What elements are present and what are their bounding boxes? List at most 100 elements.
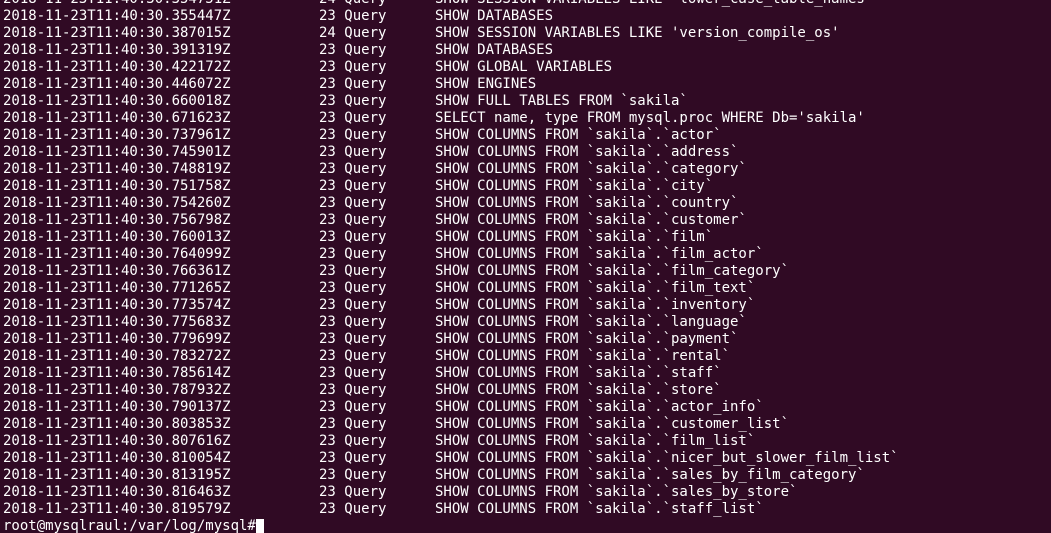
log-line: 2018-11-23T11:40:30.391319Z 23 Query SHOW … [3, 42, 899, 59]
log-timestamp: 2018-11-23T11:40:30.745901Z [3, 144, 231, 160]
log-line: 2018-11-23T11:40:30.737961Z 23 Query SHOW … [3, 127, 899, 144]
log-line: 2018-11-23T11:40:30.764099Z 23 Query SHOW … [3, 246, 899, 263]
log-timestamp: 2018-11-23T11:40:30.819579Z [3, 501, 231, 517]
log-timestamp: 2018-11-23T11:40:30.766361Z [3, 263, 231, 279]
log-thread-command: 23 Query [319, 263, 387, 279]
log-timestamp: 2018-11-23T11:40:30.779699Z [3, 331, 231, 347]
log-thread-command: 23 Query [319, 416, 387, 432]
log-query-text: SHOW COLUMNS FROM `sakila`.`payment` [435, 331, 739, 347]
log-thread-command: 23 Query [319, 433, 387, 449]
log-timestamp: 2018-11-23T11:40:30.391319Z [3, 42, 231, 58]
log-thread-command: 24 Query [319, 0, 435, 8]
log-query-text: SHOW COLUMNS FROM `sakila`.`nicer_but_sl… [435, 450, 899, 466]
log-query-text: SHOW COLUMNS FROM `sakila`.`customer` [435, 212, 747, 228]
log-timestamp: 2018-11-23T11:40:30.785614Z [3, 365, 231, 381]
log-thread-command: 23 Query [319, 93, 387, 109]
log-line: 2018-11-23T11:40:30.671623Z 23 Query SELEC… [3, 110, 899, 127]
log-thread-command: 23 Query [319, 365, 387, 381]
log-timestamp: 2018-11-23T11:40:30.773574Z [3, 297, 231, 313]
log-query-text: SHOW COLUMNS FROM `sakila`.`language` [435, 314, 747, 330]
log-thread-command: 23 Query [319, 127, 387, 143]
log-query-text: SHOW COLUMNS FROM `sakila`.`rental` [435, 348, 731, 364]
log-timestamp: 2018-11-23T11:40:30.446072Z [3, 76, 231, 92]
log-line: 2018-11-23T11:40:30.790137Z 23 Query SHOW … [3, 399, 899, 416]
log-query-text: SHOW COLUMNS FROM `sakila`.`film_actor` [435, 246, 764, 262]
log-timestamp: 2018-11-23T11:40:30.660018Z [3, 93, 231, 109]
log-query-text: SHOW COLUMNS FROM `sakila`.`film_list` [435, 433, 756, 449]
log-timestamp: 2018-11-23T11:40:30.803853Z [3, 416, 231, 432]
log-timestamp: 2018-11-23T11:40:30.790137Z [3, 399, 231, 415]
log-query-text: SHOW COLUMNS FROM `sakila`.`staff` [435, 365, 722, 381]
log-timestamp: 2018-11-23T11:40:30.810054Z [3, 450, 231, 466]
log-line: 2018-11-23T11:40:30.813195Z 23 Query SHOW … [3, 467, 899, 484]
log-timestamp: 2018-11-23T11:40:30.354751Z [3, 0, 319, 8]
log-thread-command: 23 Query [319, 59, 387, 75]
log-timestamp: 2018-11-23T11:40:30.756798Z [3, 212, 231, 228]
log-line: 2018-11-23T11:40:30.819579Z 23 Query SHOW … [3, 501, 899, 518]
log-thread-command: 23 Query [319, 399, 387, 415]
log-query-text: SHOW COLUMNS FROM `sakila`.`film_categor… [435, 263, 790, 279]
log-query-text: SHOW COLUMNS FROM `sakila`.`customer_lis… [435, 416, 790, 432]
log-thread-command: 23 Query [319, 484, 387, 500]
log-query-text: SHOW COLUMNS FROM `sakila`.`actor_info` [435, 399, 764, 415]
log-query-text: SHOW FULL TABLES FROM `sakila` [435, 93, 688, 109]
log-thread-command: 23 Query [319, 229, 387, 245]
log-thread-command: 23 Query [319, 42, 387, 58]
log-timestamp: 2018-11-23T11:40:30.816463Z [3, 484, 231, 500]
log-thread-command: 23 Query [319, 348, 387, 364]
log-line: 2018-11-23T11:40:30.775683Z 23 Query SHOW … [3, 314, 899, 331]
log-line: 2018-11-23T11:40:30.748819Z 23 Query SHOW … [3, 161, 899, 178]
log-timestamp: 2018-11-23T11:40:30.787932Z [3, 382, 231, 398]
log-line: 2018-11-23T11:40:30.355447Z 23 Query SHOW … [3, 8, 899, 25]
log-timestamp: 2018-11-23T11:40:30.807616Z [3, 433, 231, 449]
log-thread-command: 23 Query [319, 144, 387, 160]
log-line: 2018-11-23T11:40:30.754260Z 23 Query SHOW … [3, 195, 899, 212]
log-line: 2018-11-23T11:40:30.773574Z 23 Query SHOW … [3, 297, 899, 314]
log-line: 2018-11-23T11:40:30.660018Z 23 Query SHOW … [3, 93, 899, 110]
log-timestamp: 2018-11-23T11:40:30.754260Z [3, 195, 231, 211]
log-thread-command: 23 Query [319, 297, 387, 313]
log-line: 2018-11-23T11:40:30.760013Z 23 Query SHOW … [3, 229, 899, 246]
log-line: 2018-11-23T11:40:30.751758Z 23 Query SHOW … [3, 178, 899, 195]
log-line: 2018-11-23T11:40:30.816463Z 23 Query SHOW … [3, 484, 899, 501]
log-query-text: SHOW COLUMNS FROM `sakila`.`sales_by_sto… [435, 484, 798, 500]
log-timestamp: 2018-11-23T11:40:30.355447Z [3, 8, 231, 24]
log-query-text: SHOW COLUMNS FROM `sakila`.`actor` [435, 127, 722, 143]
log-line: 2018-11-23T11:40:30.783272Z 23 Query SHOW … [3, 348, 899, 365]
log-line: 2018-11-23T11:40:30.803853Z 23 Query SHOW … [3, 416, 899, 433]
log-query-text: SHOW DATABASES [435, 8, 554, 24]
log-query-text: SHOW COLUMNS FROM `sakila`.`inventory` [435, 297, 756, 313]
terminal-output: 2018-11-23T11:40:30.354751Z24 QuerySHOW … [3, 0, 899, 533]
log-query-text: SHOW COLUMNS FROM `sakila`.`sales_by_fil… [435, 467, 865, 483]
log-line: 2018-11-23T11:40:30.785614Z 23 Query SHOW … [3, 365, 899, 382]
log-line: 2018-11-23T11:40:30.745901Z 23 Query SHOW … [3, 144, 899, 161]
log-thread-command: 23 Query [319, 280, 387, 296]
log-line: 2018-11-23T11:40:30.756798Z 23 Query SHOW … [3, 212, 899, 229]
log-query-text: SHOW DATABASES [435, 42, 554, 58]
log-thread-command: 23 Query [319, 8, 387, 24]
log-query-text: SHOW COLUMNS FROM `sakila`.`film` [435, 229, 714, 245]
log-thread-command: 23 Query [319, 195, 387, 211]
log-thread-command: 23 Query [319, 501, 387, 517]
log-query-text: SHOW ENGINES [435, 76, 537, 92]
log-thread-command: 23 Query [319, 467, 387, 483]
log-timestamp: 2018-11-23T11:40:30.671623Z [3, 110, 231, 126]
log-query-text: SHOW COLUMNS FROM `sakila`.`staff_list` [435, 501, 764, 517]
log-query-text: SHOW COLUMNS FROM `sakila`.`category` [435, 161, 747, 177]
shell-prompt-line[interactable]: root@mysqlraul:/var/log/mysql# [3, 518, 899, 533]
log-query-text: SHOW COLUMNS FROM `sakila`.`address` [435, 144, 739, 160]
terminal-window[interactable]: 2018-11-23T11:40:30.354751Z24 QuerySHOW … [0, 0, 1051, 533]
log-thread-command: 23 Query [319, 382, 387, 398]
log-timestamp: 2018-11-23T11:40:30.771265Z [3, 280, 231, 296]
log-thread-command: 23 Query [319, 178, 387, 194]
log-thread-command: 23 Query [319, 331, 387, 347]
log-timestamp: 2018-11-23T11:40:30.783272Z [3, 348, 231, 364]
log-timestamp: 2018-11-23T11:40:30.813195Z [3, 467, 231, 483]
log-timestamp: 2018-11-23T11:40:30.387015Z [3, 25, 231, 41]
log-timestamp: 2018-11-23T11:40:30.737961Z [3, 127, 231, 143]
log-timestamp: 2018-11-23T11:40:30.422172Z [3, 59, 231, 75]
log-line: 2018-11-23T11:40:30.387015Z 24 Query SHOW … [3, 25, 899, 42]
log-query-text: SHOW SESSION VARIABLES LIKE 'version_com… [435, 25, 840, 41]
log-line: 2018-11-23T11:40:30.807616Z 23 Query SHOW … [3, 433, 899, 450]
log-thread-command: 23 Query [319, 450, 387, 466]
